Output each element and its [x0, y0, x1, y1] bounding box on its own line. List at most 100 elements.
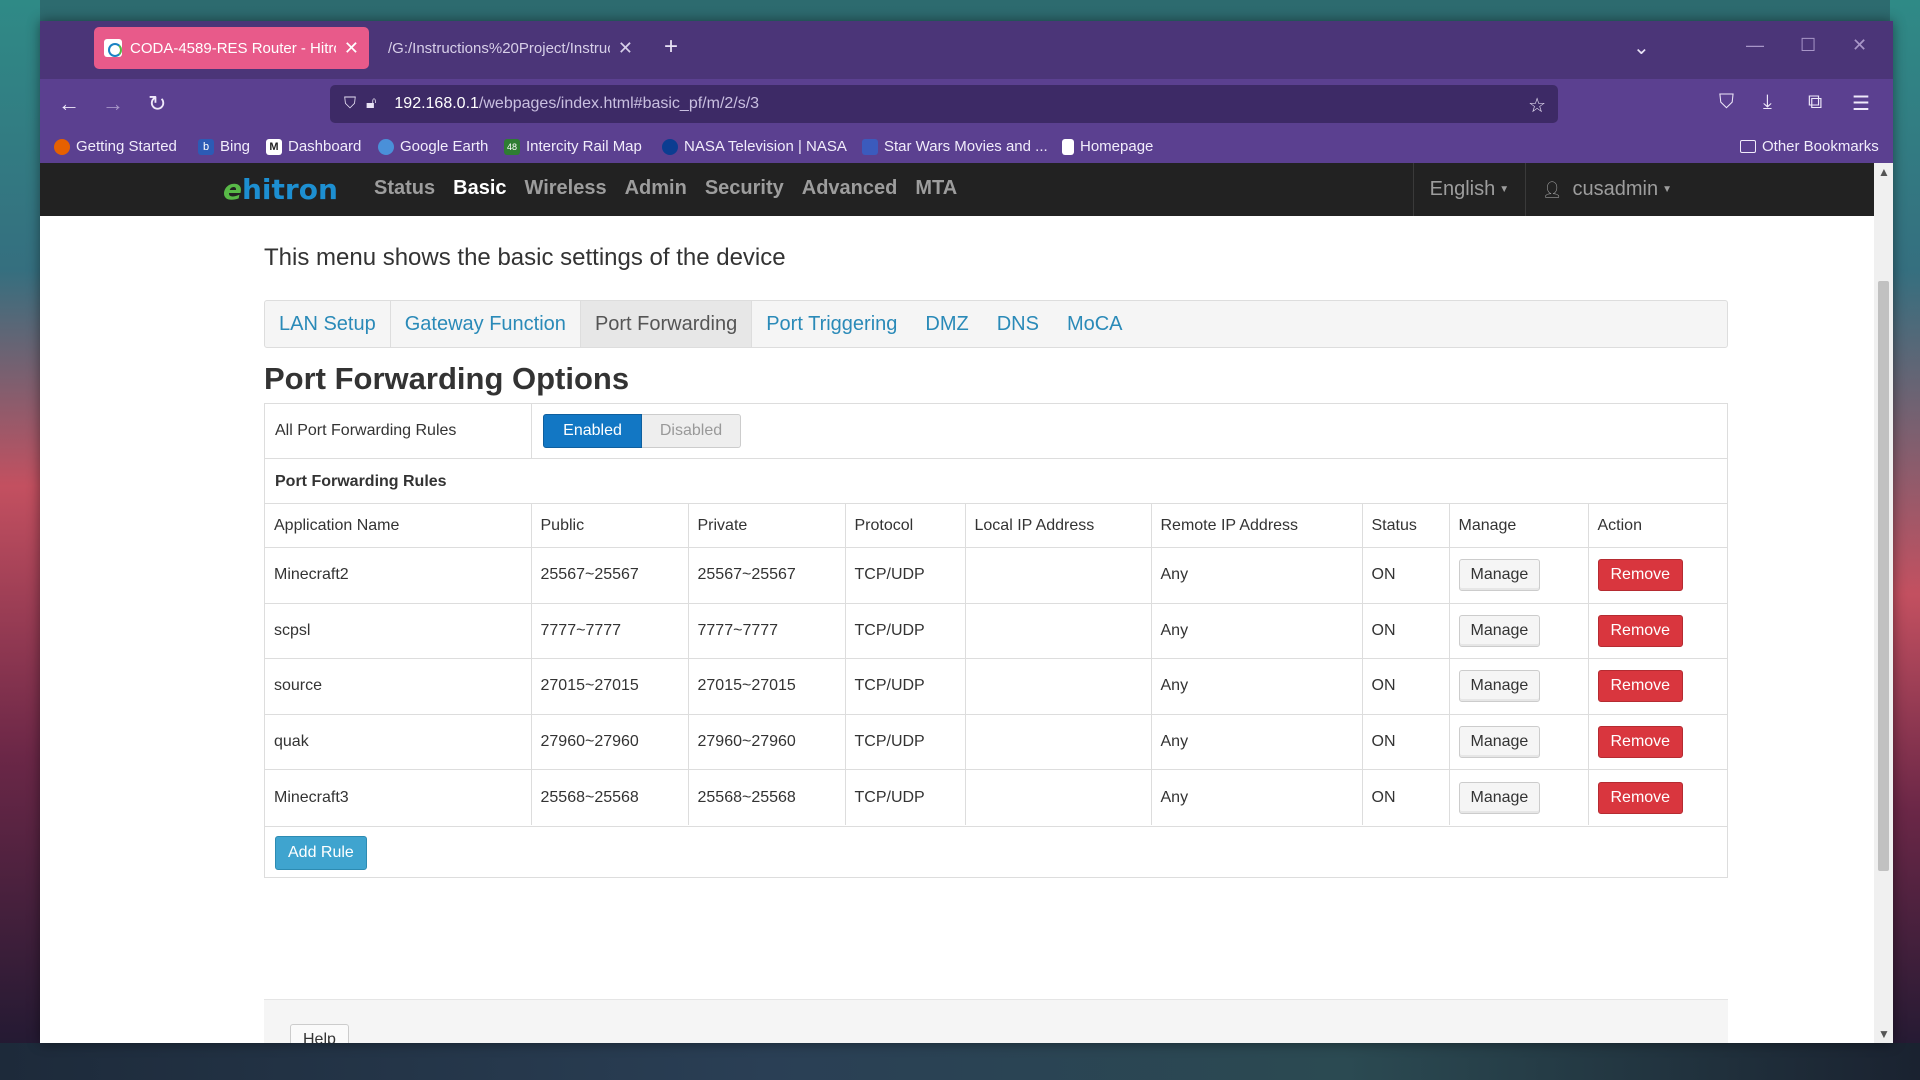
bookmark-bing[interactable]: b Bing	[198, 138, 250, 155]
bookmark-label: Intercity Rail Map	[526, 138, 642, 155]
vertical-scrollbar[interactable]: ▲ ▼	[1874, 163, 1893, 1043]
remove-button[interactable]: Remove	[1597, 725, 1684, 758]
url-text[interactable]: 192.168.0.1/webpages/index.html#basic_pf…	[394, 95, 759, 113]
tab-moca[interactable]: MoCA	[1053, 301, 1137, 347]
cell-local-ip	[965, 713, 1152, 770]
lock-icon[interactable]: 🔓︎	[366, 95, 376, 113]
manage-button[interactable]: Manage	[1458, 781, 1541, 814]
cell-status: ON	[1362, 713, 1450, 770]
nav-security[interactable]: Security	[705, 177, 784, 200]
tab-port-triggering[interactable]: Port Triggering	[752, 301, 911, 347]
cell-remote-ip: Any	[1151, 713, 1363, 770]
help-button[interactable]: Help	[290, 1024, 349, 1043]
scroll-up-icon[interactable]: ▲	[1878, 165, 1890, 179]
caret-down-icon: ▼	[1499, 184, 1510, 195]
desktop-background-left	[0, 0, 40, 1080]
reload-icon[interactable]: ↻	[148, 91, 166, 117]
tab-instructions[interactable]: /G:/Instructions%20Project/Instructi ✕	[378, 27, 643, 69]
bing-icon: b	[198, 138, 214, 155]
nav-admin[interactable]: Admin	[625, 177, 687, 200]
tab-dmz[interactable]: DMZ	[911, 301, 982, 347]
page-footer: Help	[264, 999, 1728, 1043]
cell-protocol: TCP/UDP	[845, 769, 966, 825]
remove-button[interactable]: Remove	[1597, 559, 1684, 592]
bookmark-intercity-rail-map[interactable]: 48 Intercity Rail Map	[504, 138, 642, 155]
bookmark-dashboard[interactable]: M Dashboard	[266, 138, 361, 155]
nav-status[interactable]: Status	[374, 177, 435, 200]
other-bookmarks[interactable]: Other Bookmarks	[1740, 138, 1879, 155]
manage-button[interactable]: Manage	[1458, 614, 1541, 647]
table-row: source 27015~27015 27015~27015 TCP/UDP A…	[265, 658, 1727, 714]
cell-public: 27015~27015	[531, 658, 689, 714]
rules-title: Port Forwarding Rules	[275, 473, 447, 490]
bookmark-star-wars[interactable]: Star Wars Movies and ...	[862, 138, 1048, 155]
bookmark-google-earth[interactable]: Google Earth	[378, 138, 488, 155]
tab-dns[interactable]: DNS	[983, 301, 1053, 347]
nav-mta[interactable]: MTA	[915, 177, 957, 200]
bookmark-nasa[interactable]: NASA Television | NASA	[662, 138, 847, 155]
manage-button[interactable]: Manage	[1458, 670, 1541, 703]
google-earth-icon	[378, 138, 394, 155]
cell-remote-ip: Any	[1151, 769, 1363, 825]
folder-icon	[1740, 140, 1756, 153]
user-dropdown[interactable]: 👤︎ cusadmin ▼	[1525, 163, 1688, 216]
tab-close-icon[interactable]: ✕	[618, 39, 633, 57]
tab-close-icon[interactable]: ✕	[344, 39, 359, 57]
pocket-icon[interactable]: ⛉	[1719, 91, 1734, 114]
minimize-icon[interactable]: —	[1746, 35, 1764, 56]
bookmark-homepage[interactable]: Homepage	[1062, 138, 1153, 155]
cell-action: Remove	[1588, 602, 1727, 659]
rules-table: Application Name Public Private Protocol…	[265, 503, 1727, 825]
bookmark-star-icon[interactable]: ☆	[1528, 93, 1546, 118]
downloads-icon[interactable]: ⤓	[1763, 91, 1772, 114]
back-icon[interactable]: ←	[58, 91, 80, 117]
hitron-logo[interactable]: ehitron	[223, 173, 338, 206]
remove-button[interactable]: Remove	[1597, 670, 1684, 703]
cell-public: 7777~7777	[531, 602, 689, 659]
cell-app-name: quak	[265, 713, 532, 770]
bookmark-label: NASA Television | NASA	[684, 138, 847, 155]
cell-local-ip	[965, 602, 1152, 659]
forward-icon[interactable]: →	[102, 91, 124, 117]
bookmark-label: Homepage	[1080, 138, 1154, 155]
cell-public: 25567~25567	[531, 547, 689, 603]
nav-basic[interactable]: Basic	[453, 177, 506, 200]
tab-gateway-function[interactable]: Gateway Function	[391, 301, 581, 347]
bookmark-getting-started[interactable]: Getting Started	[54, 138, 177, 155]
scrollbar-thumb[interactable]	[1878, 281, 1889, 871]
cell-public: 25568~25568	[531, 769, 689, 825]
remove-button[interactable]: Remove	[1597, 781, 1684, 814]
tab-lan-setup[interactable]: LAN Setup	[265, 301, 391, 347]
cell-status: ON	[1362, 547, 1450, 603]
close-window-icon[interactable]: ✕	[1852, 35, 1867, 56]
list-all-tabs-icon[interactable]: ⌄	[1633, 35, 1650, 60]
manage-button[interactable]: Manage	[1458, 559, 1541, 592]
cell-private: 27015~27015	[688, 658, 846, 714]
extensions-icon[interactable]: ⧉	[1808, 91, 1822, 114]
disabled-button[interactable]: Disabled	[642, 414, 741, 448]
browser-window: CODA-4589-RES Router - Hitro ✕ /G:/Instr…	[40, 21, 1893, 1043]
language-dropdown[interactable]: English ▼	[1412, 163, 1526, 216]
remove-button[interactable]: Remove	[1597, 614, 1684, 647]
tab-router[interactable]: CODA-4589-RES Router - Hitro ✕	[94, 27, 369, 69]
section-title: Port Forwarding Options	[264, 361, 630, 396]
page-content: ehitron Status Basic Wireless Admin Secu…	[40, 163, 1874, 1043]
cell-protocol: TCP/UDP	[845, 602, 966, 659]
manage-button[interactable]: Manage	[1458, 725, 1541, 758]
router-navbar: ehitron Status Basic Wireless Admin Secu…	[40, 163, 1874, 216]
navigation-toolbar: ← → ↻ ⛉ 🔓︎ 192.168.0.1/webpages/index.ht…	[40, 79, 1893, 129]
enabled-button[interactable]: Enabled	[543, 414, 642, 448]
language-label: English	[1429, 178, 1496, 200]
nav-wireless[interactable]: Wireless	[525, 177, 607, 200]
shield-icon[interactable]: ⛉	[344, 95, 356, 113]
tab-port-forwarding[interactable]: Port Forwarding	[580, 301, 753, 347]
cell-action: Remove	[1588, 769, 1727, 825]
cell-private: 25568~25568	[688, 769, 846, 825]
new-tab-icon[interactable]: +	[664, 35, 678, 59]
url-bar[interactable]: ⛉ 🔓︎ 192.168.0.1/webpages/index.html#bas…	[330, 85, 1558, 123]
scroll-down-icon[interactable]: ▼	[1878, 1027, 1890, 1041]
maximize-icon[interactable]: ☐	[1800, 35, 1816, 56]
add-rule-button[interactable]: Add Rule	[275, 836, 367, 870]
nav-advanced[interactable]: Advanced	[802, 177, 898, 200]
menu-icon[interactable]: ☰	[1852, 91, 1870, 116]
